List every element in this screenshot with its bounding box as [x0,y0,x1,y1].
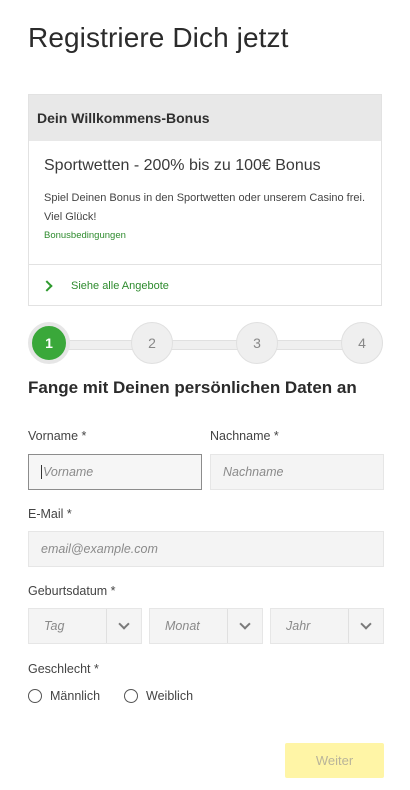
all-offers-link[interactable]: Siehe alle Angebote [29,265,381,306]
progress-steps: 1 2 3 4 [28,322,384,366]
month-value: Monat [165,619,200,633]
next-button[interactable]: Weiter [285,743,384,778]
step-1: 1 [28,322,70,364]
firstname-label: Vorname * [28,429,87,443]
birthdate-year-select[interactable]: Jahr [270,608,384,644]
month-dropdown [227,609,262,643]
email-label: E-Mail * [28,507,72,521]
lastname-placeholder: Nachname [223,465,284,479]
year-value: Jahr [286,619,311,633]
radio-button[interactable] [124,689,139,703]
bonus-offer-title: Sportwetten - 200% bis zu 100€ Bonus [44,157,321,174]
steps-track [48,340,364,350]
birthdate-month-select[interactable]: Monat [149,608,263,644]
firstname-placeholder: Vorname [43,465,94,479]
birthdate-day-select[interactable]: Tag [28,608,142,644]
year-dropdown [348,609,383,643]
email-input[interactable]: email@example.com [28,531,384,567]
chevron-right-icon [41,279,53,292]
bonus-description: Spiel Deinen Bonus in den Sportwetten od… [44,192,366,223]
chevron-down-icon [239,618,251,630]
gender-female-label: Weiblich [146,689,194,703]
bonus-terms-link[interactable]: Bonusbedingungen [44,230,366,241]
gender-option-male[interactable]: Männlich [28,689,100,703]
welcome-bonus-card: Dein Willkommens-Bonus Sportwetten - 200… [28,94,382,306]
step-2: 2 [131,322,173,364]
radio-button[interactable] [28,689,42,703]
day-dropdown [106,609,141,643]
day-value: Tag [44,619,65,633]
step-4: 4 [341,322,383,364]
lastname-input[interactable]: Nachname [210,454,384,490]
gender-options: Männlich Weiblich [28,689,217,703]
birthdate-label: Geburtsdatum * [28,584,116,598]
section-title: Fange mit Deinen persönlichen Daten an [28,378,357,397]
registration-page: Registriere Dich jetzt Dein Willkommens-… [0,0,410,790]
email-placeholder: email@example.com [41,542,158,556]
all-offers-label: Siehe alle Angebote [71,279,169,292]
chevron-down-icon [360,618,372,630]
step-3: 3 [236,322,278,364]
chevron-down-icon [118,618,130,630]
bonus-header: Dein Willkommens-Bonus [29,95,381,141]
firstname-input[interactable]: Vorname [28,454,202,490]
text-caret [41,465,42,479]
page-title: Registriere Dich jetzt [28,22,289,53]
gender-option-female[interactable]: Weiblich [124,689,193,703]
gender-label: Geschlecht * [28,662,99,676]
lastname-label: Nachname * [210,429,279,443]
bonus-body: Sportwetten - 200% bis zu 100€ Bonus Spi… [29,141,381,265]
gender-male-label: Männlich [50,689,101,703]
